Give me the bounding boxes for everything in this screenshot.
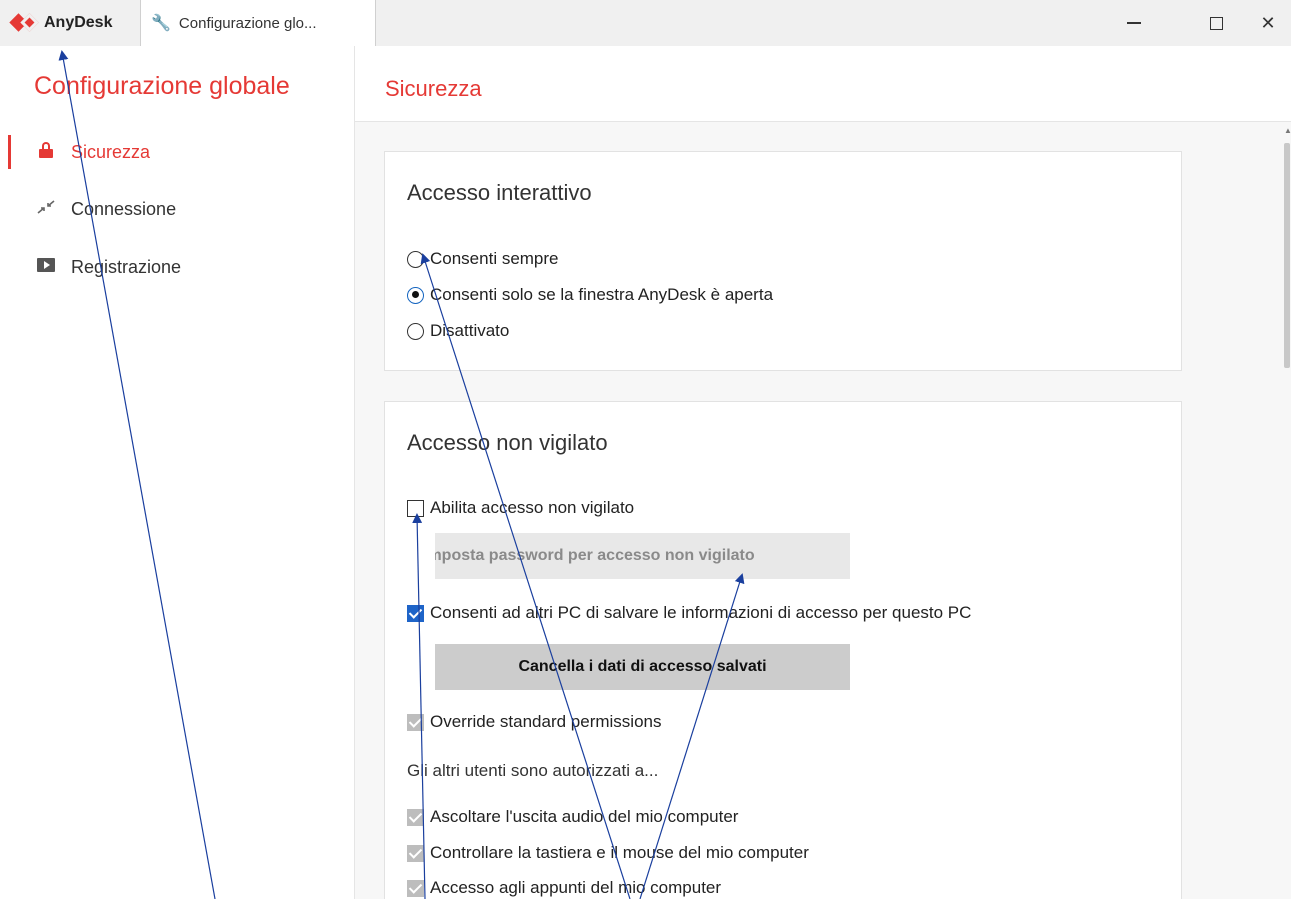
sidebar-item-label: Connessione bbox=[71, 198, 177, 219]
tab-label: Configurazione glo... bbox=[178, 14, 317, 32]
checkbox[interactable] bbox=[407, 808, 424, 826]
checkbox[interactable] bbox=[407, 844, 424, 862]
maximize-button[interactable] bbox=[1186, 0, 1246, 46]
permission-audio-checkbox[interactable]: Ascoltare l'uscita audio del mio compute… bbox=[407, 805, 738, 829]
maximize-icon bbox=[1209, 16, 1223, 30]
main-header: Sicurezza bbox=[355, 46, 1291, 122]
checkbox[interactable] bbox=[407, 879, 424, 897]
app-name: AnyDesk bbox=[44, 14, 113, 31]
tab-settings[interactable]: 🔧 Configurazione glo... bbox=[140, 0, 376, 46]
unattended-access-card: Accesso non vigilato Abilita accesso non… bbox=[384, 401, 1182, 899]
sidebar-item-recording[interactable]: Registrazione bbox=[0, 247, 350, 287]
lock-icon bbox=[36, 141, 56, 163]
checkbox-label: Consenti ad altri PC di salvare le infor… bbox=[430, 603, 972, 622]
clear-saved-data-button[interactable]: Cancella i dati di accesso salvati bbox=[435, 644, 850, 690]
enable-unattended-checkbox[interactable]: Abilita accesso non vigilato bbox=[407, 496, 634, 520]
title-bar: AnyDesk 🔧 Configurazione glo... ✕ bbox=[0, 0, 1291, 46]
radio-always-allow[interactable]: Consenti sempre bbox=[407, 247, 559, 271]
app-tab[interactable]: AnyDesk bbox=[0, 0, 140, 46]
page-title: Sicurezza bbox=[385, 76, 482, 101]
radio-disabled[interactable]: Disattivato bbox=[407, 319, 509, 343]
button-label: Cancella i dati di accesso salvati bbox=[518, 658, 767, 675]
set-password-button[interactable]: Imposta password per accesso non vigilat… bbox=[435, 533, 850, 579]
sidebar-item-label: Sicurezza bbox=[71, 141, 151, 162]
connection-icon bbox=[36, 199, 56, 219]
checkbox-label: Ascoltare l'uscita audio del mio compute… bbox=[430, 807, 739, 826]
checkbox-label: Controllare la tastiera e il mouse del m… bbox=[430, 843, 809, 862]
others-permitted-text: Gli altri utenti sono autorizzati a... bbox=[407, 761, 659, 780]
anydesk-logo-icon bbox=[9, 13, 40, 33]
radio-button[interactable] bbox=[407, 250, 424, 268]
arrow-to-app-tab bbox=[58, 50, 216, 899]
sidebar-title: Configurazione globale bbox=[34, 72, 290, 100]
checkbox-label: Abilita accesso non vigilato bbox=[430, 498, 635, 517]
checkbox[interactable] bbox=[407, 713, 424, 731]
checkbox[interactable] bbox=[407, 604, 424, 622]
active-indicator bbox=[8, 135, 11, 169]
radio-only-when-open[interactable]: Consenti solo se la finestra AnyDesk è a… bbox=[407, 283, 773, 307]
minimize-button[interactable] bbox=[1104, 0, 1164, 46]
checkbox[interactable] bbox=[407, 499, 424, 517]
allow-save-info-checkbox[interactable]: Consenti ad altri PC di salvare le infor… bbox=[407, 601, 971, 625]
radio-label: Consenti solo se la finestra AnyDesk è a… bbox=[430, 285, 774, 304]
close-icon: ✕ bbox=[1260, 12, 1276, 33]
minimize-icon bbox=[1127, 22, 1141, 24]
interactive-access-card: Accesso interattivo Consenti sempre Cons… bbox=[384, 151, 1182, 371]
card-title: Accesso non vigilato bbox=[407, 430, 608, 455]
sidebar-item-connection[interactable]: Connessione bbox=[0, 189, 350, 229]
override-permissions-checkbox[interactable]: Override standard permissions bbox=[407, 710, 661, 734]
scrollbar-thumb[interactable] bbox=[1284, 143, 1290, 368]
button-label: Imposta password per accesso non vigilat… bbox=[435, 547, 755, 564]
card-title: Accesso interattivo bbox=[407, 180, 592, 205]
sidebar-item-label: Registrazione bbox=[71, 256, 182, 277]
permission-clipboard-checkbox[interactable]: Accesso agli appunti del mio computer bbox=[407, 876, 721, 899]
close-button[interactable]: ✕ bbox=[1245, 0, 1291, 46]
wrench-icon: 🔧 bbox=[151, 15, 171, 32]
sidebar-item-security[interactable]: Sicurezza bbox=[0, 132, 350, 172]
radio-button[interactable] bbox=[407, 286, 424, 304]
recording-icon bbox=[36, 257, 56, 277]
scroll-up-icon[interactable]: ▲ bbox=[1284, 126, 1291, 135]
permission-input-checkbox[interactable]: Controllare la tastiera e il mouse del m… bbox=[407, 841, 809, 865]
radio-label: Disattivato bbox=[430, 321, 510, 340]
checkbox-label: Accesso agli appunti del mio computer bbox=[430, 878, 722, 897]
radio-label: Consenti sempre bbox=[430, 249, 559, 268]
radio-button[interactable] bbox=[407, 322, 424, 340]
checkbox-label: Override standard permissions bbox=[430, 712, 662, 731]
